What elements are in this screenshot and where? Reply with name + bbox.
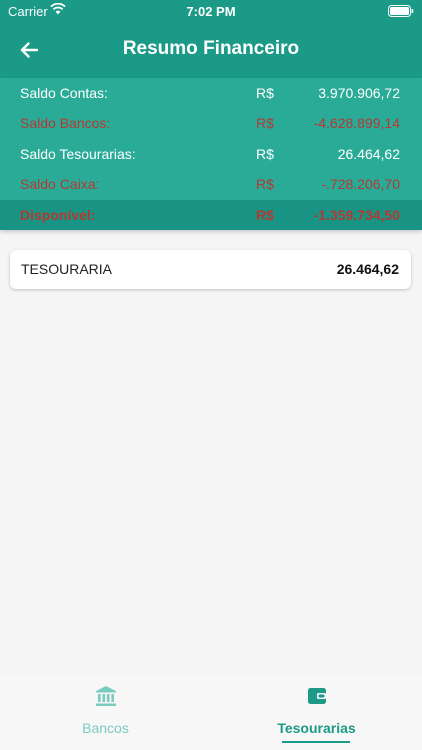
battery-icon xyxy=(388,5,414,20)
wallet-icon xyxy=(307,688,326,704)
list-item-name: TESOURARIA xyxy=(21,261,113,277)
summary-currency: R$ xyxy=(256,176,274,192)
summary-value: -4.628.899,14 xyxy=(313,115,400,131)
summary-value: 26.464,62 xyxy=(337,146,400,162)
summary-currency: R$ xyxy=(256,85,274,101)
tab-label: Bancos xyxy=(82,720,129,736)
page-title: Resumo Financeiro xyxy=(122,38,300,59)
summary-value: -.728.206,70 xyxy=(321,176,400,192)
tab-bar: Bancos Tesourarias xyxy=(0,675,422,750)
summary-row-disponivel: Disponível: R$ -1.359.734,50 xyxy=(0,200,422,230)
list-item-amount: 26.464,62 xyxy=(336,261,399,277)
summary-label: Saldo Bancos: xyxy=(20,115,111,131)
summary-row-tesourarias: Saldo Tesourarias: R$ 26.464,62 xyxy=(0,139,422,169)
summary-row-caixa: Saldo Caixa: R$ -.728.206,70 xyxy=(0,169,422,199)
tab-label: Tesourarias xyxy=(277,720,356,736)
summary-label: Saldo Tesourarias: xyxy=(20,146,136,162)
summary-currency: R$ xyxy=(256,115,274,131)
summary-label: Disponível: xyxy=(20,207,96,223)
app-header: Carrier 7:02 PM Resumo Financeiro xyxy=(0,0,422,78)
financial-summary: Saldo Contas: R$ 3.970.906,72 Saldo Banc… xyxy=(0,78,422,230)
summary-currency: R$ xyxy=(256,207,274,223)
list-item[interactable]: TESOURARIA 26.464,62 xyxy=(10,250,411,289)
status-bar: Carrier 7:02 PM xyxy=(0,0,422,24)
summary-label: Saldo Caixa: xyxy=(20,176,100,192)
summary-value: -1.359.734,50 xyxy=(313,207,400,223)
summary-currency: R$ xyxy=(256,146,274,162)
summary-value: 3.970.906,72 xyxy=(318,85,400,101)
tab-tesourarias[interactable]: Tesourarias xyxy=(211,675,422,750)
summary-label: Saldo Contas: xyxy=(20,85,108,101)
status-time: 7:02 PM xyxy=(186,4,236,19)
summary-row-contas: Saldo Contas: R$ 3.970.906,72 xyxy=(0,78,422,108)
bank-icon xyxy=(95,686,116,706)
active-tab-indicator xyxy=(282,741,350,743)
summary-row-bancos: Saldo Bancos: R$ -4.628.899,14 xyxy=(0,108,422,138)
tab-bancos[interactable]: Bancos xyxy=(0,675,211,750)
